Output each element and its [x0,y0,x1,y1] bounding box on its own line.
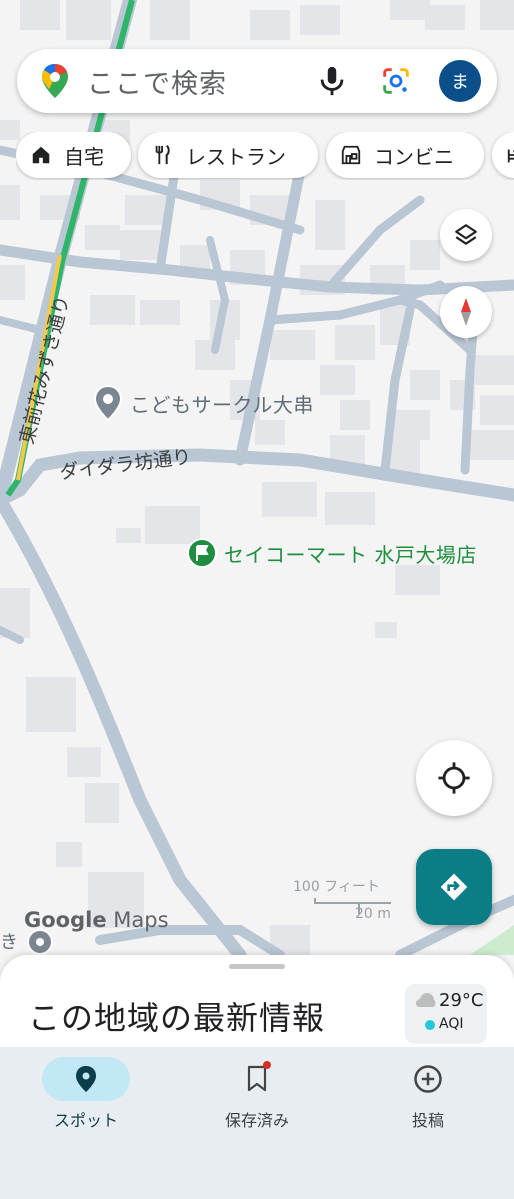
layers-icon [455,224,477,245]
google-maps-logo-icon [42,64,68,98]
add-circle-icon [414,1065,442,1093]
crosshair-icon [438,762,470,794]
compass-button[interactable] [440,286,492,338]
explore-pin-icon [76,1066,96,1092]
bookmark-icon [247,1065,267,1092]
aqi-label: AQI [439,1016,464,1032]
nav-saved[interactable]: 保存済み [192,1057,322,1131]
bottom-navigation: スポット 保存済み 投稿 [0,1047,514,1199]
latest-info-sheet[interactable]: この地域の最新情報 29°C AQI [0,955,514,1055]
nav-contribute[interactable]: 投稿 [363,1057,493,1131]
place-seicomart[interactable]: セイコーマート 水戸大場店 [186,537,477,569]
my-location-button[interactable] [416,740,492,816]
microphone-icon[interactable] [315,64,349,98]
hotel-icon [507,149,514,163]
partial-place-pin-icon [27,929,53,955]
saved-badge [263,1061,271,1069]
chip-home[interactable]: 自宅 [16,132,131,178]
cloud-icon [416,993,436,1007]
google-lens-icon[interactable] [379,64,413,98]
home-icon [32,146,50,164]
place-kodomo-circle[interactable]: こどもサークル大串 [92,384,314,422]
partial-place-label: き [0,932,18,953]
sheet-drag-handle[interactable] [229,964,285,969]
convenience-store-icon [341,145,361,165]
google-maps-watermark: Google Maps [24,908,169,932]
map-scale: 100 フィート 20 m [293,876,393,926]
chip-restaurant[interactable]: レストラン [138,132,318,178]
temperature: 29°C [439,990,484,1011]
search-input[interactable]: ここで検索 [87,62,315,101]
search-bar[interactable]: ここで検索 ま [17,49,497,113]
weather-widget[interactable]: 29°C AQI [405,984,487,1044]
sheet-title: この地域の最新情報 [28,999,326,1037]
nav-explore[interactable]: スポット [21,1057,151,1131]
place-pin-icon [93,384,123,422]
directions-button[interactable] [416,849,492,925]
aqi-dot [425,1020,435,1030]
category-chips: 自宅 レストラン コンビニ [16,132,514,180]
store-flag-icon [187,538,217,568]
account-avatar[interactable]: ま [439,60,481,102]
directions-icon [440,873,468,901]
compass-icon [461,298,471,326]
chip-more[interactable] [492,132,514,178]
chip-convenience-store[interactable]: コンビニ [326,132,484,178]
restaurant-icon [155,144,170,165]
layers-button[interactable] [440,209,492,261]
